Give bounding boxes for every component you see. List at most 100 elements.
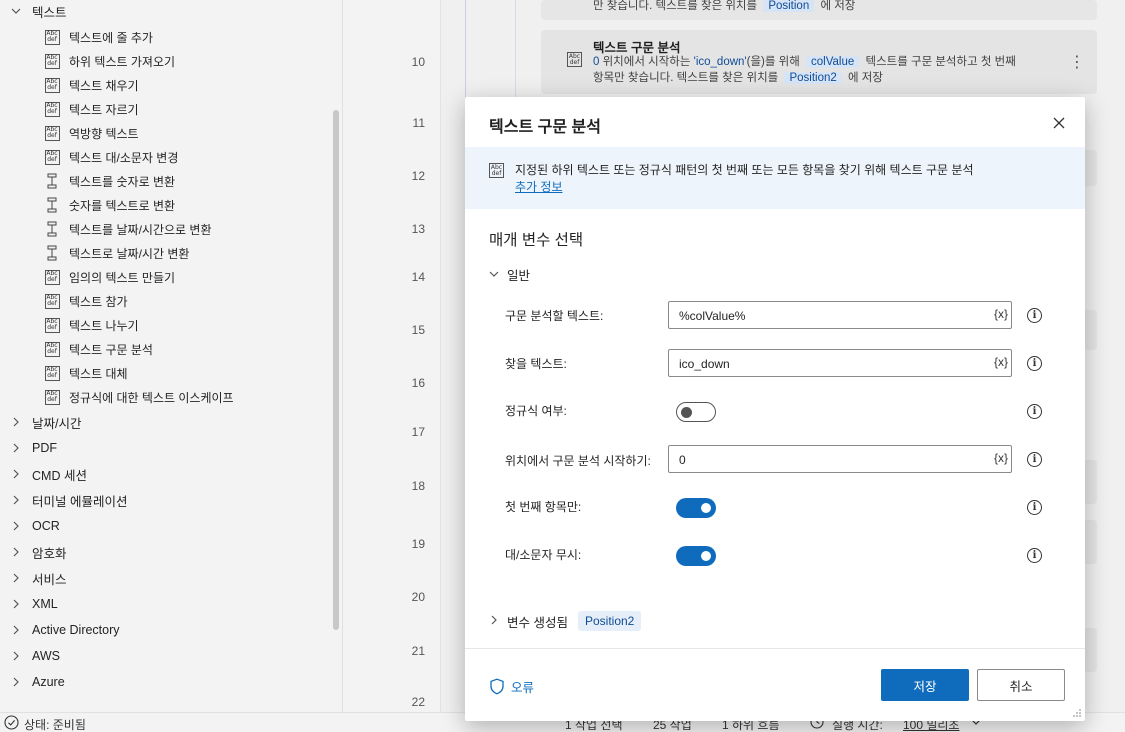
action-item[interactable]: Abc def 텍스트 나누기 xyxy=(44,314,139,336)
action-group[interactable]: Azure xyxy=(0,671,65,693)
action-item[interactable]: 텍스트를 숫자로 변환 xyxy=(44,170,175,192)
actions-scrollbar[interactable] xyxy=(333,110,339,630)
chevron-down-icon xyxy=(0,6,32,16)
variable-pill: Position2 xyxy=(784,72,842,84)
action-item[interactable]: Abc def 역방향 텍스트 xyxy=(44,122,139,144)
action-group-label: PDF xyxy=(32,441,57,455)
close-button[interactable] xyxy=(1049,113,1069,133)
chevron-right-icon xyxy=(0,417,32,427)
ignore-case-toggle[interactable] xyxy=(676,546,716,566)
chevron-right-icon xyxy=(489,614,499,628)
info-icon[interactable]: i xyxy=(1027,356,1042,371)
step-description-text: 에 저장 xyxy=(847,72,883,84)
flow-step-card[interactable]: 만 찾습니다. 텍스트를 찾은 위치를 Position 에 저장 xyxy=(541,0,1097,20)
action-group-label: 서비스 xyxy=(32,572,67,587)
action-item-label: 텍스트로 날짜/시간 변환 xyxy=(69,246,190,261)
save-button[interactable]: 저장 xyxy=(881,669,969,701)
action-group[interactable]: 날짜/시간 xyxy=(0,411,81,433)
abc-def-icon: Abc def xyxy=(44,125,60,141)
variable-pill[interactable]: Position2 xyxy=(577,611,642,631)
action-group[interactable]: CMD 세션 xyxy=(0,463,87,485)
first-only-toggle[interactable] xyxy=(676,498,716,518)
abc-def-icon: Abc def xyxy=(44,365,60,381)
action-item[interactable]: 텍스트로 날짜/시간 변환 xyxy=(44,242,189,264)
action-item[interactable]: Abc def 텍스트 대/소문자 변경 xyxy=(44,146,178,168)
action-item-label: 텍스트를 날짜/시간으로 변환 xyxy=(69,222,212,237)
step-description-text: 항목만 찾습니다. 텍스트를 찾은 위치를 xyxy=(593,72,779,84)
action-group[interactable]: Active Directory xyxy=(0,619,120,641)
action-group[interactable]: XML xyxy=(0,593,58,615)
variable-picker-button[interactable]: {x} xyxy=(994,451,1008,465)
line-number: 22 xyxy=(411,695,425,709)
action-group[interactable]: 터미널 에뮬레이션 xyxy=(0,489,127,511)
info-icon[interactable]: i xyxy=(1027,500,1042,515)
on-error-button[interactable]: 오류 xyxy=(489,677,534,696)
action-item-label: 하위 텍스트 가져오기 xyxy=(69,54,176,69)
chevron-right-icon xyxy=(0,521,32,531)
abc-def-icon: Abc def xyxy=(44,77,60,93)
info-icon[interactable]: i xyxy=(1027,404,1042,419)
action-item-label: 텍스트 구문 분석 xyxy=(69,342,153,357)
action-group-label: OCR xyxy=(32,519,60,533)
line-number: 12 xyxy=(411,169,425,183)
params-heading: 매개 변수 선택 xyxy=(489,232,584,249)
text-to-parse-value: %colValue% xyxy=(679,309,746,323)
flow-step-card-parse-text[interactable]: Abc def 텍스트 구문 분석 0 위치에서 시작하는 'ico_down'(… xyxy=(541,30,1097,94)
action-item[interactable]: Abc def 텍스트 구문 분석 xyxy=(44,338,153,360)
info-icon[interactable]: i xyxy=(1027,452,1042,467)
info-banner: Abc def 지정된 하위 텍스트 또는 정규식 패턴의 첫 번째 또는 모든 … xyxy=(465,147,1085,209)
variable-picker-button[interactable]: {x} xyxy=(994,307,1008,321)
abc-def-icon: Abc def xyxy=(44,341,60,357)
first-only-label: 첫 번째 항목만: xyxy=(505,500,582,514)
info-icon[interactable]: i xyxy=(1027,308,1042,323)
action-group-label: Active Directory xyxy=(32,623,120,637)
on-error-label: 오류 xyxy=(511,681,535,695)
action-group[interactable]: PDF xyxy=(0,437,57,459)
action-item-label: 텍스트 대체 xyxy=(69,366,128,381)
text-to-find-value: ico_down xyxy=(679,357,730,371)
cancel-button[interactable]: 취소 xyxy=(977,669,1065,701)
abc-def-icon: Abc def xyxy=(567,52,582,67)
general-section-toggle[interactable]: 일반 xyxy=(489,265,530,284)
text-to-find-label: 찾을 텍스트: xyxy=(505,357,567,371)
action-item[interactable]: Abc def 정규식에 대한 텍스트 이스케이프 xyxy=(44,386,234,408)
line-number: 14 xyxy=(411,270,425,284)
more-vertical-icon[interactable]: ⋮ xyxy=(1069,52,1085,72)
action-item[interactable]: Abc def 임의의 텍스트 만들기 xyxy=(44,266,175,288)
divider xyxy=(465,648,1085,649)
action-item[interactable]: 숫자를 텍스트로 변환 xyxy=(44,194,175,216)
start-position-input[interactable]: 0 {x} xyxy=(668,445,1012,473)
abc-def-icon: Abc def xyxy=(489,163,504,178)
action-item[interactable]: Abc def 텍스트 채우기 xyxy=(44,74,139,96)
is-regex-toggle[interactable] xyxy=(676,402,716,422)
resize-grip-icon[interactable] xyxy=(1072,708,1082,718)
action-item[interactable]: Abc def 텍스트 자르기 xyxy=(44,98,139,120)
text-to-find-input[interactable]: ico_down {x} xyxy=(668,349,1012,377)
chevron-right-icon xyxy=(0,547,32,557)
chevron-right-icon xyxy=(0,443,32,453)
action-item[interactable]: Abc def 하위 텍스트 가져오기 xyxy=(44,50,175,72)
status-check-icon xyxy=(4,715,19,732)
chevron-right-icon xyxy=(0,625,32,635)
action-item[interactable]: Abc def 텍스트에 줄 추가 xyxy=(44,26,153,48)
action-item[interactable]: Abc def 텍스트 참가 xyxy=(44,290,128,312)
step-description: 에 저장 xyxy=(820,0,856,12)
line-number: 16 xyxy=(411,376,425,390)
action-item[interactable]: 텍스트를 날짜/시간으로 변환 xyxy=(44,218,211,240)
variables-produced-toggle[interactable]: 변수 생성됨 Position2 xyxy=(489,611,642,631)
line-number: 19 xyxy=(411,537,425,551)
action-item[interactable]: Abc def 텍스트 대체 xyxy=(44,362,128,384)
step-description-text: 위치에서 시작하는 xyxy=(599,56,694,68)
action-group[interactable]: AWS xyxy=(0,645,60,667)
action-group[interactable]: 서비스 xyxy=(0,567,67,589)
group-text[interactable]: 텍스트 xyxy=(0,0,67,22)
variable-picker-button[interactable]: {x} xyxy=(994,355,1008,369)
more-info-link[interactable]: 추가 정보 xyxy=(515,178,563,195)
info-icon[interactable]: i xyxy=(1027,548,1042,563)
action-item-label: 텍스트 나누기 xyxy=(69,318,139,333)
action-group[interactable]: 암호화 xyxy=(0,541,67,563)
action-item-label: 텍스트 채우기 xyxy=(69,78,139,93)
action-group[interactable]: OCR xyxy=(0,515,60,537)
action-item-label: 텍스트를 숫자로 변환 xyxy=(69,174,176,189)
text-to-parse-input[interactable]: %colValue% {x} xyxy=(668,301,1012,329)
